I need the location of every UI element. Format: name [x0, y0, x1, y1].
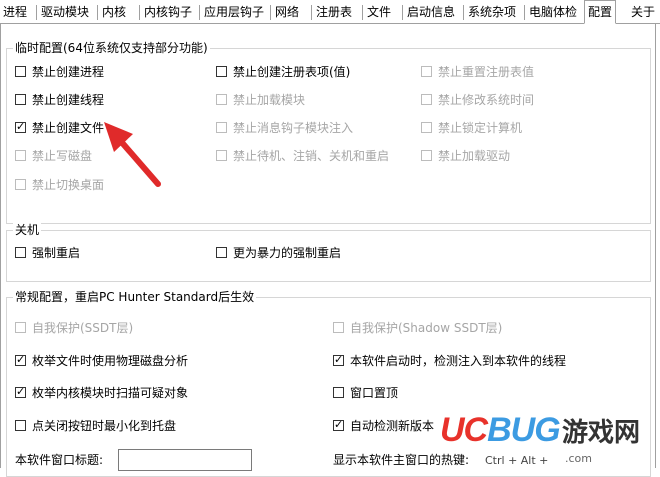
checkbox-box[interactable]	[15, 120, 26, 134]
checkbox-box[interactable]	[216, 66, 227, 77]
tab-kernel-hooks[interactable]: 内核钩子	[138, 2, 195, 23]
shutdown-title: 关机	[13, 222, 42, 238]
ucbug-logo: UCBUG	[440, 411, 561, 449]
hotkey-label: 显示本软件主窗口的热键:	[333, 453, 470, 467]
tab-processes[interactable]: 进程	[0, 2, 30, 23]
checkbox-box[interactable]	[15, 322, 26, 333]
checkbox-box[interactable]	[216, 122, 227, 133]
checkbox-box[interactable]	[15, 94, 26, 105]
tab-kernel[interactable]: 内核	[96, 2, 129, 23]
checkbox-box[interactable]	[421, 150, 432, 161]
checkbox-label: 本软件启动时，检测注入到本软件的线程	[350, 354, 567, 368]
tab-pc-checkup[interactable]: 电脑体检	[523, 2, 580, 23]
checkbox-box[interactable]	[216, 247, 227, 258]
checkbox-label: 自我保护(Shadow SSDT层)	[350, 321, 503, 335]
checkbox-box[interactable]	[216, 150, 227, 161]
config-panel: 临时配置(64位系统仅支持部分功能) 禁止创建进程 禁止创建线程 禁止创建文件 …	[0, 24, 656, 477]
checkbox-box[interactable]	[15, 179, 26, 190]
checkbox-label: 禁止创建文件	[32, 121, 105, 135]
checkbox-label: 禁止加载驱动	[438, 149, 511, 163]
checkbox-label: 禁止加载模块	[233, 93, 306, 107]
tab-app-hooks[interactable]: 应用层钩子	[198, 2, 267, 23]
checkbox-box[interactable]	[15, 150, 26, 161]
tab-system-misc[interactable]: 系统杂项	[462, 2, 519, 23]
watermark-text: 游戏网	[562, 418, 641, 448]
checkbox-box[interactable]	[421, 66, 432, 77]
checkbox-label: 自我保护(SSDT层)	[32, 321, 134, 335]
general-config-group: 常规配置，重启PC Hunter Standard后生效 自我保护(SSDT层)…	[6, 289, 651, 477]
tab-bar: 进程 驱动模块 内核 内核钩子 应用层钩子 网络 注册表 文件 启动信息 系统杂…	[0, 0, 660, 24]
checkbox-label: 枚举文件时使用物理磁盘分析	[32, 354, 189, 368]
temp-config-group: 临时配置(64位系统仅支持部分功能) 禁止创建进程 禁止创建线程 禁止创建文件 …	[6, 40, 651, 224]
checkbox-box[interactable]	[333, 353, 344, 367]
tab-config[interactable]: 配置	[584, 0, 617, 24]
checkbox-label: 禁止修改系统时间	[438, 93, 535, 107]
hotkey-value[interactable]: Ctrl + Alt +	[485, 454, 548, 467]
checkbox-label: 窗口置顶	[350, 386, 399, 400]
checkbox-label: 禁止锁定计算机	[438, 121, 523, 135]
checkbox-box[interactable]	[216, 94, 227, 105]
tab-startup[interactable]: 启动信息	[401, 2, 458, 23]
checkbox-box[interactable]	[333, 387, 344, 398]
checkbox-label: 禁止写磁盘	[32, 149, 93, 163]
checkbox-box[interactable]	[333, 322, 344, 333]
checkbox-label: 枚举内核模块时扫描可疑对象	[32, 386, 189, 400]
checkbox-label: 点关闭按钮时最小化到托盘	[32, 419, 177, 433]
window-title-label: 本软件窗口标题:	[15, 453, 104, 467]
checkbox-box[interactable]	[15, 247, 26, 258]
checkbox-box[interactable]	[15, 385, 26, 399]
tab-files[interactable]: 文件	[361, 2, 394, 23]
checkbox-box[interactable]	[421, 122, 432, 133]
temp-config-title: 临时配置(64位系统仅支持部分功能)	[13, 40, 210, 56]
checkbox-box[interactable]	[15, 420, 26, 431]
checkbox-label: 强制重启	[32, 246, 81, 260]
checkbox-label: 禁止重置注册表值	[438, 65, 535, 79]
checkbox-label: 禁止创建线程	[32, 93, 105, 107]
tab-registry[interactable]: 注册表	[310, 2, 355, 23]
checkbox-label: 禁止消息钩子模块注入	[233, 121, 354, 135]
general-config-title: 常规配置，重启PC Hunter Standard后生效	[13, 289, 257, 305]
watermark-url: .com	[565, 452, 592, 465]
checkbox-label: 禁止创建注册表项(值)	[233, 65, 351, 79]
checkbox-label: 自动检测新版本	[350, 419, 435, 433]
tab-driver-modules[interactable]: 驱动模块	[35, 2, 92, 23]
checkbox-label: 禁止创建进程	[32, 65, 105, 79]
checkbox-label: 禁止待机、注销、关机和重启	[233, 149, 390, 163]
checkbox-box[interactable]	[333, 418, 344, 432]
checkbox-label: 更为暴力的强制重启	[233, 246, 342, 260]
checkbox-box[interactable]	[15, 66, 26, 77]
checkbox-label: 禁止切换桌面	[32, 178, 105, 192]
tab-about[interactable]: 关于	[628, 2, 658, 23]
checkbox-box[interactable]	[421, 94, 432, 105]
checkbox-box[interactable]	[15, 353, 26, 367]
shutdown-group: 关机 强制重启 更为暴力的强制重启	[6, 222, 651, 282]
tab-network[interactable]: 网络	[269, 2, 302, 23]
